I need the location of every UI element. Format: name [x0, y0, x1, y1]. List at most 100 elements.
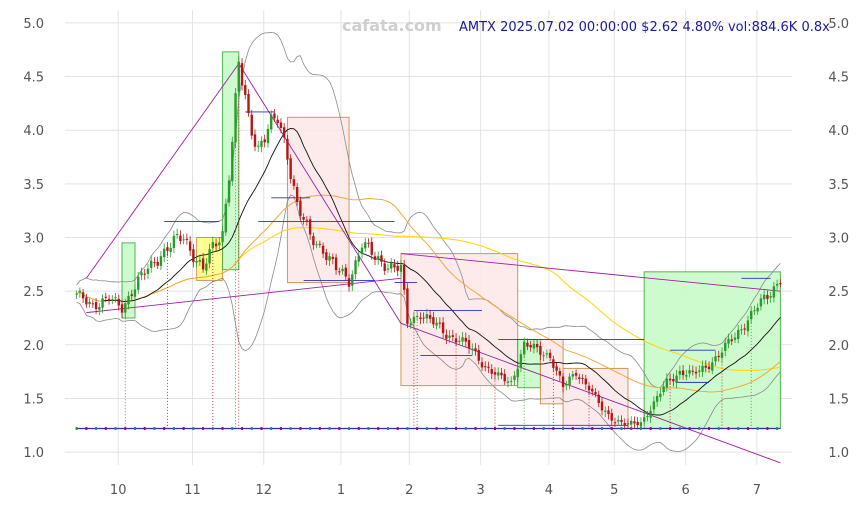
- baseline-tick-21: [143, 427, 146, 431]
- candle-body-86: [354, 260, 357, 275]
- candle-body-210: [756, 307, 759, 312]
- candle-body-201: [727, 338, 730, 344]
- y-axis-right: 1.0 1.5 2.0 2.5 3.0 3.5 4.0 4.5 5.0: [828, 17, 849, 461]
- candle-body-15: [124, 303, 127, 313]
- candle-body-146: [548, 352, 552, 358]
- candle-49: [234, 88, 237, 148]
- candle-body-70: [302, 217, 305, 220]
- candle-body-141: [532, 343, 536, 349]
- candle-body-123: [474, 348, 477, 352]
- candle-body-195: [707, 366, 711, 370]
- candle-body-98: [393, 264, 396, 268]
- candle-body-131: [500, 372, 503, 376]
- candle-body-198: [717, 356, 720, 358]
- candle-body-105: [415, 315, 419, 317]
- candle-body-116: [451, 335, 455, 337]
- candle-body-59: [266, 128, 270, 144]
- y-axis-left: 1.0 1.5 2.0 2.5 3.0 3.5 4.0 4.5 5.0: [23, 17, 44, 461]
- candle-body-103: [409, 323, 412, 326]
- candle-body-2: [81, 292, 85, 299]
- candle-21: [143, 268, 146, 280]
- baseline-tick-102: [406, 427, 409, 431]
- candle-body-47: [227, 180, 231, 203]
- baseline-tick-135: [513, 427, 516, 431]
- candle-body-11: [111, 299, 114, 301]
- candle-35: [188, 236, 192, 257]
- candle-body-63: [279, 122, 283, 128]
- candle-body-161: [597, 394, 600, 404]
- candle-24: [153, 257, 156, 268]
- candle-body-75: [318, 243, 322, 245]
- candle-57: [260, 136, 263, 153]
- candle-33: [182, 234, 185, 245]
- candle-body-88: [360, 247, 364, 255]
- baseline-tick-69: [299, 427, 302, 431]
- candle-body-187: [681, 370, 685, 376]
- baseline-tick-18: [133, 427, 136, 431]
- candle-body-208: [749, 310, 753, 320]
- x-tick-9: 7: [753, 483, 761, 498]
- candle-body-77: [325, 252, 328, 261]
- candle-body-0: [75, 293, 78, 295]
- candle-body-140: [529, 345, 532, 348]
- candle-body-133: [506, 381, 510, 383]
- y-tick-right-1: 1.5: [828, 392, 849, 407]
- candle-body-166: [613, 422, 617, 424]
- candle-body-65: [286, 139, 289, 160]
- candle-88: [360, 243, 364, 259]
- candle-body-23: [150, 260, 153, 268]
- baseline-tick-99: [396, 427, 399, 431]
- candle-body-120: [464, 337, 467, 342]
- candle-body-45: [221, 231, 224, 243]
- baseline-tick-36: [192, 427, 195, 431]
- baseline-tick-120: [464, 427, 467, 431]
- candle-30: [172, 230, 176, 253]
- candle-body-171: [629, 420, 633, 425]
- candle-body-185: [675, 375, 678, 383]
- x-tick-0: 10: [110, 483, 127, 498]
- candle-97: [390, 258, 393, 273]
- candle-body-128: [490, 369, 493, 374]
- candle-body-12: [114, 297, 117, 299]
- candle-5: [91, 299, 95, 309]
- candle-85: [351, 270, 354, 292]
- baseline-tick-165: [610, 427, 613, 431]
- baseline-tick-162: [601, 427, 604, 431]
- baseline-tick-186: [678, 427, 681, 431]
- candle-body-99: [396, 265, 399, 271]
- y-tick-right-6: 4.0: [828, 124, 849, 139]
- candle-body-22: [146, 268, 150, 274]
- candle-body-80: [334, 257, 338, 271]
- y-tick-right-7: 4.5: [828, 71, 849, 86]
- baseline-tick-66: [289, 427, 292, 431]
- candle-64: [282, 123, 286, 143]
- candle-10: [107, 294, 111, 305]
- zone-green-2: [222, 51, 240, 271]
- candle-body-10: [107, 298, 111, 301]
- candle-body-175: [642, 417, 646, 422]
- candle-body-95: [383, 263, 386, 271]
- candle-body-156: [581, 377, 584, 379]
- candle-body-151: [565, 383, 568, 386]
- baseline-tick-51: [241, 427, 244, 431]
- y-tick-left-2: 2.0: [23, 339, 44, 354]
- candle-48: [231, 136, 234, 186]
- candle-body-68: [295, 186, 299, 203]
- candle-11: [111, 295, 114, 305]
- candle-body-145: [545, 353, 549, 355]
- baseline-tick-3: [85, 427, 88, 431]
- candle-body-137: [519, 354, 523, 368]
- baseline-tick-57: [260, 427, 263, 431]
- candle-body-132: [503, 373, 506, 382]
- candle-body-76: [321, 245, 325, 254]
- candle-63: [279, 118, 283, 134]
- baseline-tick-156: [581, 427, 584, 431]
- baseline-tick-33: [182, 427, 185, 431]
- candle-body-181: [662, 386, 665, 393]
- candle-body-97: [390, 263, 393, 269]
- candle-body-19: [137, 276, 140, 290]
- candle-body-67: [292, 179, 296, 186]
- baseline-tick-213: [766, 427, 769, 431]
- candle-body-46: [224, 203, 228, 233]
- candle-body-211: [759, 298, 763, 307]
